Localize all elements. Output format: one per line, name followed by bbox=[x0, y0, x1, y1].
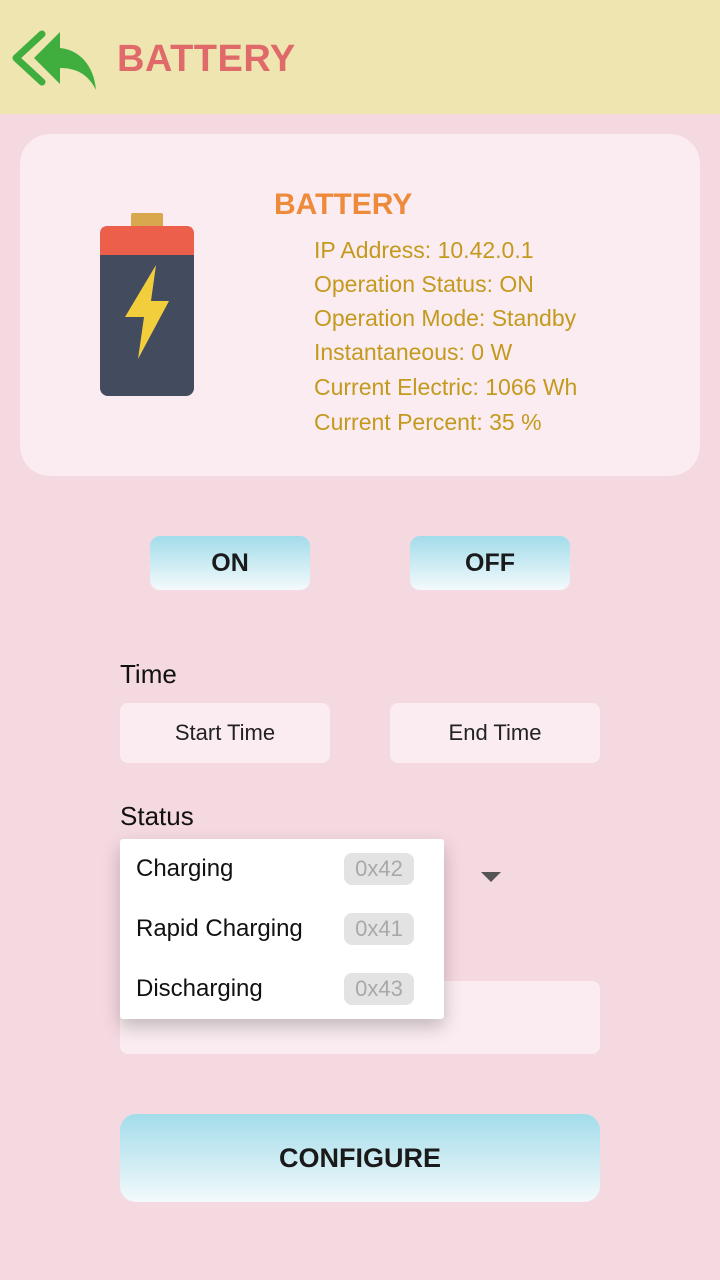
back-button[interactable] bbox=[8, 26, 100, 92]
time-label: Time bbox=[120, 659, 177, 689]
current-electric-text: Current Electric: 1066 Wh bbox=[314, 374, 578, 400]
off-button[interactable]: OFF bbox=[410, 536, 570, 590]
ip-address-text: IP Address: 10.42.0.1 bbox=[314, 237, 534, 263]
option-code-badge: 0x42 bbox=[344, 853, 414, 885]
status-option-rapid-charging[interactable]: Rapid Charging 0x41 bbox=[120, 899, 444, 959]
app-header: BATTERY bbox=[0, 0, 720, 114]
back-arrow-icon bbox=[12, 30, 96, 90]
instantaneous-text: Instantaneous: 0 W bbox=[314, 339, 513, 365]
option-label: Discharging bbox=[136, 975, 263, 1002]
status-label: Status bbox=[120, 801, 194, 831]
current-percent-text: Current Percent: 35 % bbox=[314, 409, 542, 435]
on-button[interactable]: ON bbox=[150, 536, 310, 590]
option-code-badge: 0x41 bbox=[344, 913, 414, 945]
device-title: BATTERY bbox=[274, 188, 413, 221]
status-option-discharging[interactable]: Discharging 0x43 bbox=[120, 959, 444, 1019]
operation-status-text: Operation Status: ON bbox=[314, 271, 534, 297]
chevron-down-icon[interactable] bbox=[481, 872, 501, 882]
page-title: BATTERY bbox=[117, 38, 296, 80]
configure-button[interactable]: CONFIGURE bbox=[120, 1114, 600, 1202]
option-label: Rapid Charging bbox=[136, 915, 303, 942]
end-time-button[interactable]: End Time bbox=[390, 703, 600, 763]
status-dropdown-menu: Charging 0x42 Rapid Charging 0x41 Discha… bbox=[120, 839, 444, 1019]
option-label: Charging bbox=[136, 855, 234, 882]
operation-mode-text: Operation Mode: Standby bbox=[314, 305, 577, 331]
start-time-button[interactable]: Start Time bbox=[120, 703, 330, 763]
status-option-charging[interactable]: Charging 0x42 bbox=[120, 839, 444, 899]
battery-icon bbox=[100, 213, 194, 396]
option-code-badge: 0x43 bbox=[344, 973, 414, 1005]
